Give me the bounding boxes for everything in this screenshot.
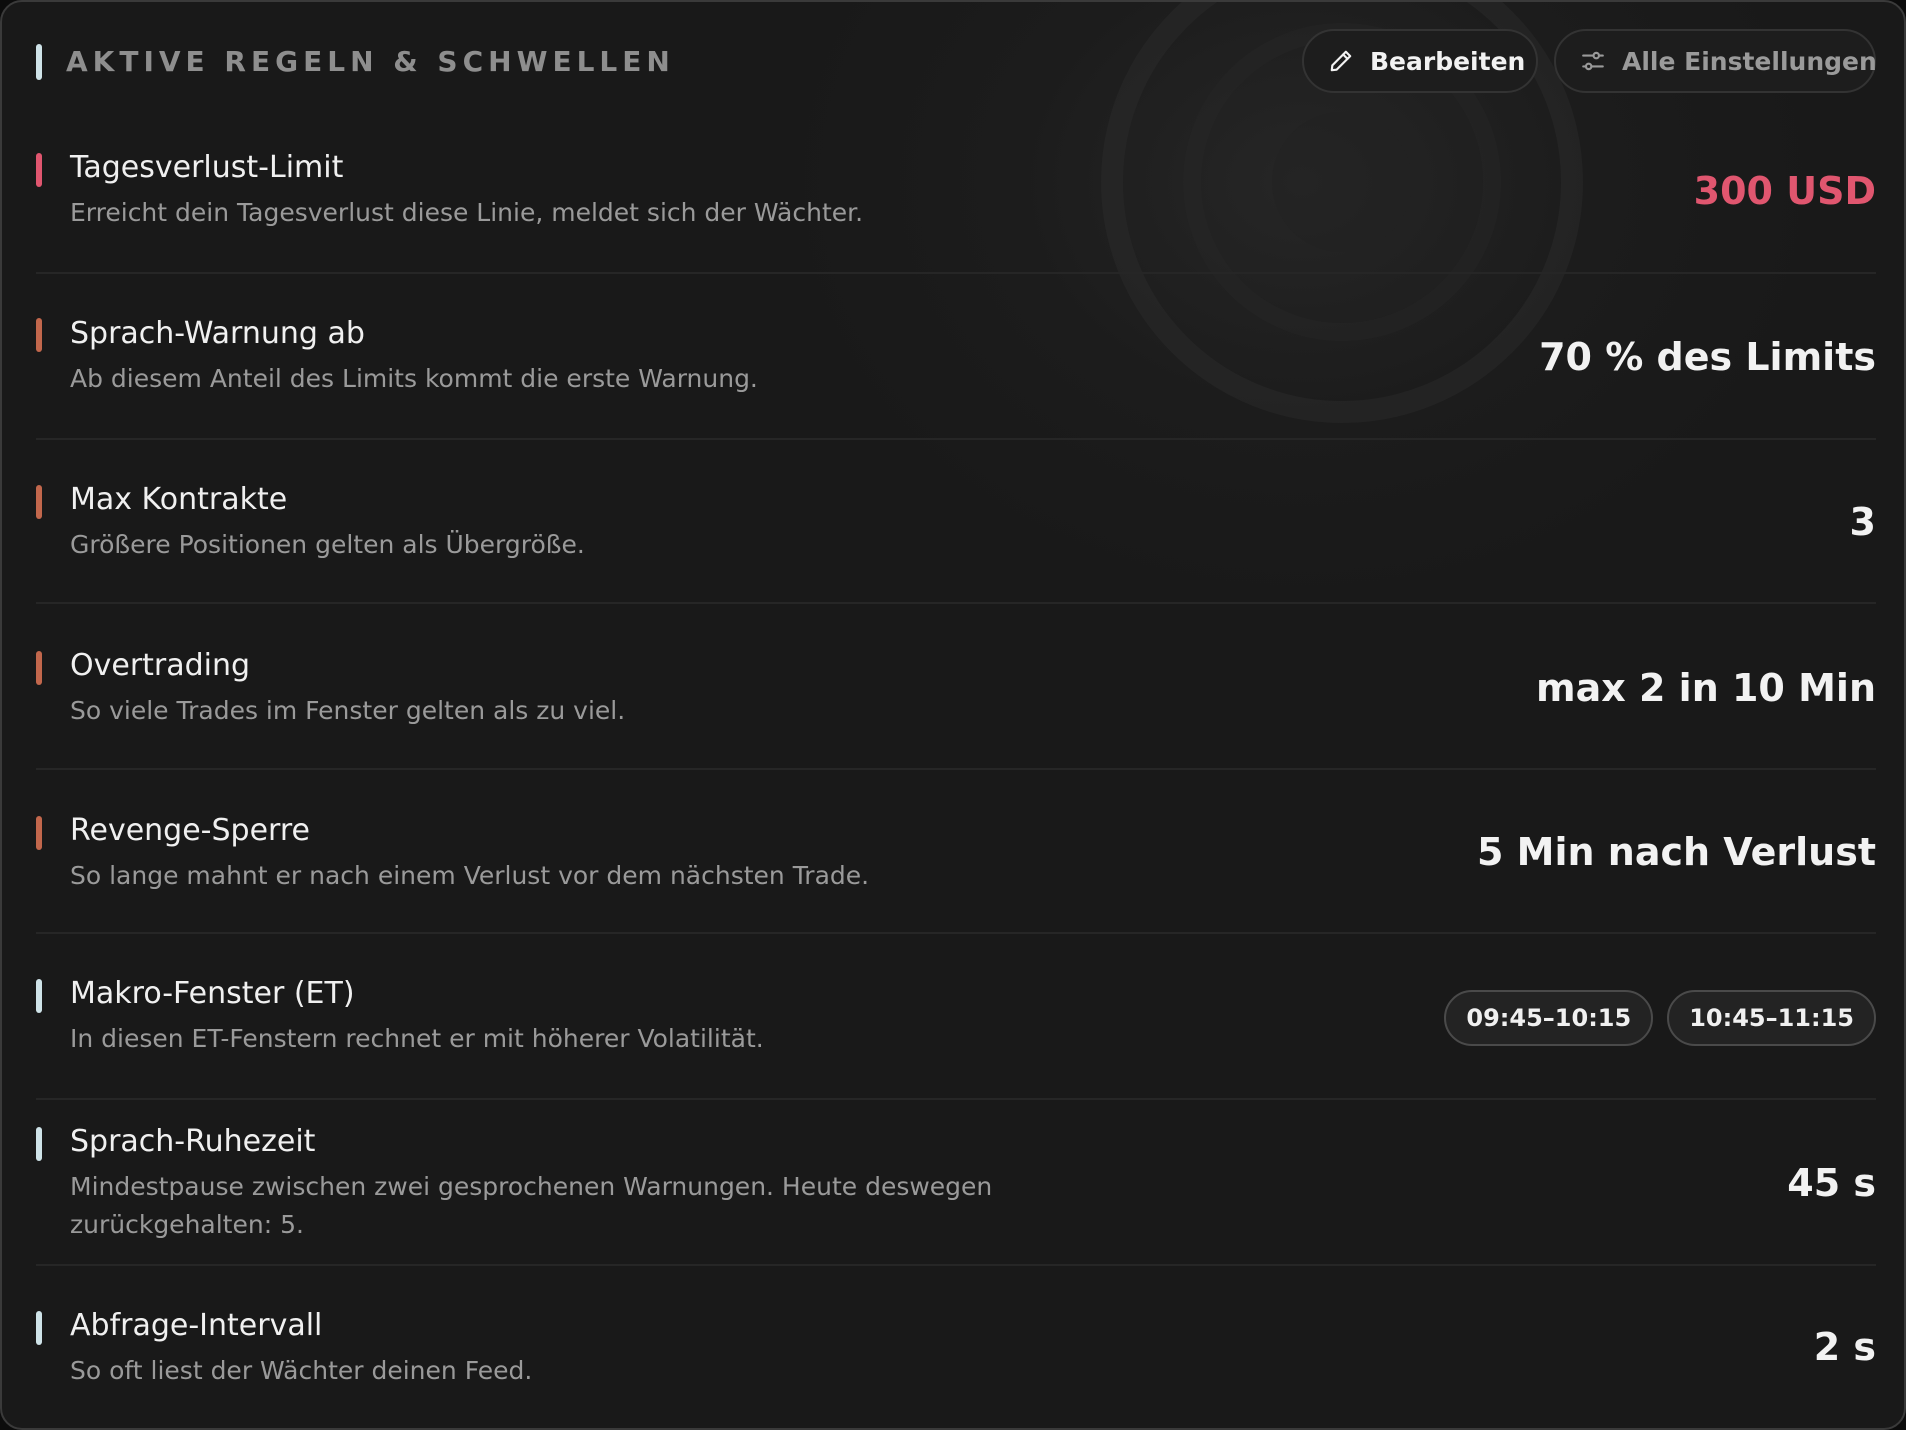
rule-value: 3 [1849, 500, 1876, 544]
rule-title: Sprach-Ruhezeit [70, 1124, 316, 1159]
all-settings-button[interactable]: Alle Einstellungen [1554, 29, 1877, 93]
rule-severity-bar [36, 979, 42, 1013]
rule-title: Max Kontrakte [70, 482, 288, 517]
rule-severity-bar [36, 1127, 42, 1161]
rule-row-overtrading[interactable]: Overtrading So viele Trades im Fenster g… [36, 604, 1876, 770]
edit-button-label: Bearbeiten [1370, 46, 1526, 76]
rule-description: Erreicht dein Tagesverlust diese Linie, … [70, 198, 864, 227]
header-accent-bar [36, 44, 42, 80]
rule-title: Abfrage-Intervall [70, 1308, 323, 1343]
rule-severity-bar [36, 816, 42, 850]
rule-row-revenge-lock[interactable]: Revenge-Sperre So lange mahnt er nach ei… [36, 770, 1876, 934]
rule-description: In diesen ET-Fenstern rechnet er mit höh… [70, 1024, 764, 1053]
rule-description: Größere Positionen gelten als Übergröße. [70, 530, 585, 559]
sliders-icon [1582, 51, 1604, 71]
rule-value: 300 USD [1693, 169, 1876, 213]
rule-row-poll-interval[interactable]: Abfrage-Intervall So oft liest der Wächt… [36, 1266, 1876, 1428]
pencil-icon [1330, 50, 1352, 72]
time-window-chip[interactable]: 10:45–11:15 [1667, 990, 1876, 1046]
rule-value: 2 s [1813, 1325, 1876, 1369]
edit-button[interactable]: Bearbeiten [1302, 29, 1538, 93]
rule-title: Makro-Fenster (ET) [70, 976, 355, 1011]
rule-value: 5 Min nach Verlust [1477, 830, 1876, 874]
all-settings-button-label: Alle Einstellungen [1622, 46, 1877, 76]
rule-severity-bar [36, 318, 42, 352]
panel-header: AKTIVE REGELN & SCHWELLEN Bearbeiten All… [2, 2, 1904, 120]
rule-row-macro-windows[interactable]: Makro-Fenster (ET) In diesen ET-Fenstern… [36, 934, 1876, 1100]
rule-severity-bar [36, 1311, 42, 1345]
rule-title: Tagesverlust-Limit [70, 150, 344, 185]
rule-severity-bar [36, 651, 42, 685]
rule-description: Mindestpause zwischen zwei gesprochenen … [70, 1172, 993, 1239]
rule-row-voice-cooldown[interactable]: Sprach-Ruhezeit Mindestpause zwischen zw… [36, 1100, 1876, 1266]
time-window-chips: 09:45–10:15 10:45–11:15 [1444, 990, 1876, 1046]
rule-description: So oft liest der Wächter deinen Feed. [70, 1356, 533, 1385]
rule-row-max-contracts[interactable]: Max Kontrakte Größere Positionen gelten … [36, 440, 1876, 604]
rule-row-daily-loss-limit[interactable]: Tagesverlust-Limit Erreicht dein Tagesve… [36, 120, 1876, 274]
rule-severity-bar [36, 485, 42, 519]
rule-row-voice-warning[interactable]: Sprach-Warnung ab Ab diesem Anteil des L… [36, 274, 1876, 440]
rule-title: Sprach-Warnung ab [70, 316, 365, 351]
rule-title: Overtrading [70, 648, 251, 683]
panel-title: AKTIVE REGELN & SCHWELLEN [66, 45, 675, 78]
rules-panel: AKTIVE REGELN & SCHWELLEN Bearbeiten All… [0, 0, 1906, 1430]
rule-description: So viele Trades im Fenster gelten als zu… [70, 696, 626, 725]
rule-severity-bar [36, 153, 42, 187]
rule-value: 70 % des Limits [1539, 335, 1876, 379]
time-window-chip[interactable]: 09:45–10:15 [1444, 990, 1654, 1046]
rule-title: Revenge-Sperre [70, 813, 310, 848]
rule-value: 45 s [1787, 1161, 1876, 1205]
rule-description: Ab diesem Anteil des Limits kommt die er… [70, 364, 758, 393]
rule-value: max 2 in 10 Min [1536, 666, 1876, 710]
rule-description: So lange mahnt er nach einem Verlust vor… [70, 861, 870, 890]
